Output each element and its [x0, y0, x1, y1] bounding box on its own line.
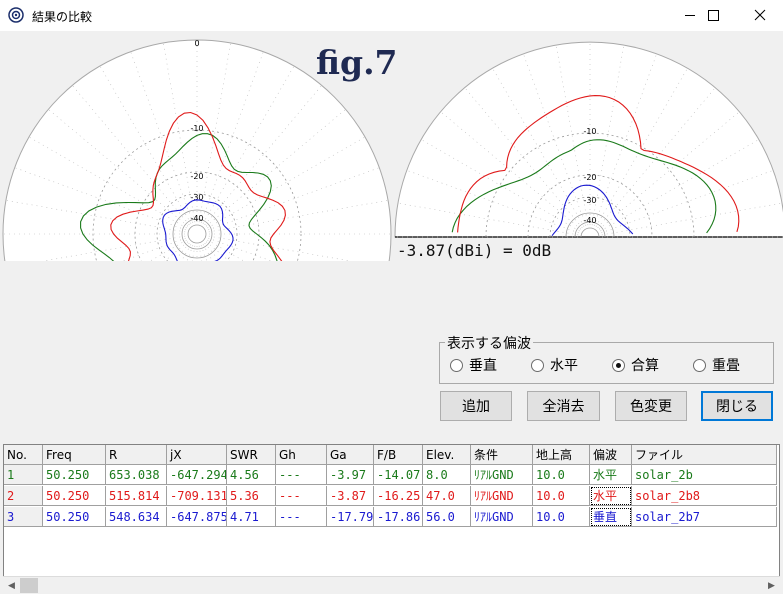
- table-cell: 56.0: [423, 507, 471, 527]
- app-icon: [8, 7, 24, 23]
- add-button[interactable]: 追加: [440, 391, 512, 421]
- ring-label: -30: [583, 196, 596, 205]
- radio-vertical[interactable]: 垂直: [450, 355, 497, 375]
- column-header[interactable]: jX: [167, 445, 227, 465]
- table-cell: 4.71: [227, 507, 276, 527]
- table-cell: 10.0: [533, 465, 590, 485]
- ring-label: -20: [190, 172, 203, 181]
- table-cell: 3: [4, 507, 43, 527]
- table-cell: 10.0: [533, 486, 590, 506]
- column-header[interactable]: 偏波: [590, 445, 632, 465]
- table-cell: 548.634: [106, 507, 167, 527]
- table-cell: 10.0: [533, 507, 590, 527]
- table-cell: -17.79: [327, 507, 374, 527]
- elevation-plot-area: [394, 41, 783, 238]
- table-cell: 1: [4, 465, 43, 485]
- close-button[interactable]: 閉じる: [701, 391, 773, 421]
- radio-horizontal[interactable]: 水平: [531, 355, 578, 375]
- table-cell: 515.814: [106, 486, 167, 506]
- ring-label: 0: [194, 39, 199, 48]
- table-cell: -3.87: [327, 486, 374, 506]
- table-cell: solar_2b: [632, 465, 777, 485]
- radio-circle: [612, 358, 625, 372]
- column-header[interactable]: Elev.: [423, 445, 471, 465]
- table-row[interactable]: 3 50.250 548.634 -647.875 4.71 --- -17.79 -17.8…: [4, 507, 779, 528]
- radio-overlay[interactable]: 重畳: [693, 355, 740, 375]
- table-cell: ﾘｱﾙGND: [471, 507, 533, 527]
- radio-circle: [450, 358, 463, 372]
- column-header[interactable]: No.: [4, 445, 43, 465]
- horizontal-scrollbar[interactable]: ◀ ▶: [3, 576, 780, 594]
- table-cell: -647.294: [167, 465, 227, 485]
- results-table[interactable]: No. Freq RjX SWR Gh Ga F/B Elev. 条件 地上高 偏波 ファイル 1 50.…: [3, 444, 780, 578]
- table-cell: solar_2b8: [632, 486, 777, 506]
- table-cell: -14.07: [374, 465, 423, 485]
- table-cell: 50.250: [43, 486, 106, 506]
- table-cell: 水平: [590, 465, 632, 485]
- table-cell: -16.25: [374, 486, 423, 506]
- column-header[interactable]: Gh: [276, 445, 327, 465]
- table-cell: -647.875: [167, 507, 227, 527]
- column-header[interactable]: ファイル: [632, 445, 777, 465]
- radio-circle: [531, 358, 544, 372]
- table-cell: 47.0: [423, 486, 471, 506]
- maximize-button[interactable]: [691, 0, 737, 31]
- gain-reference: -3.87(dBi) = 0dB: [397, 241, 552, 260]
- close-icon: [754, 9, 766, 21]
- close-window-button[interactable]: [737, 0, 783, 31]
- color-change-button[interactable]: 色変更: [615, 391, 687, 421]
- ring-label: -20: [583, 173, 596, 182]
- table-cell: 50.250: [43, 507, 106, 527]
- table-cell: -3.97: [327, 465, 374, 485]
- column-header[interactable]: R: [106, 445, 167, 465]
- column-header[interactable]: SWR: [227, 445, 276, 465]
- scroll-left-arrow[interactable]: ◀: [3, 577, 20, 594]
- column-header[interactable]: 地上高: [533, 445, 590, 465]
- radio-combined[interactable]: 合算: [612, 355, 659, 375]
- table-cell: 653.038: [106, 465, 167, 485]
- table-row[interactable]: 1 50.250 653.038 -647.294 4.56 --- -3.97 -14.07…: [4, 465, 779, 486]
- table-cell: 2: [4, 486, 43, 506]
- table-cell: ﾘｱﾙGND: [471, 465, 533, 485]
- column-header[interactable]: Ga: [327, 445, 374, 465]
- column-header[interactable]: 条件: [471, 445, 533, 465]
- ring-label: -10: [583, 127, 596, 136]
- table-cell: ﾘｱﾙGND: [471, 486, 533, 506]
- table-cell: 8.0: [423, 465, 471, 485]
- table-cell: ---: [276, 507, 327, 527]
- scroll-right-arrow[interactable]: ▶: [763, 577, 780, 594]
- table-cell: 50.250: [43, 465, 106, 485]
- table-cell: ---: [276, 465, 327, 485]
- maximize-icon: [708, 10, 719, 21]
- scroll-thumb[interactable]: [20, 578, 38, 593]
- figure-label: fig.7: [316, 43, 398, 82]
- table-header-row[interactable]: No. Freq RjX SWR Gh Ga F/B Elev. 条件 地上高 偏波 ファイル: [4, 445, 779, 466]
- window-title: 結果の比較: [32, 10, 93, 24]
- title-bar: 結果の比較: [0, 0, 783, 32]
- table-cell: 垂直: [590, 507, 632, 527]
- column-header[interactable]: F/B: [374, 445, 423, 465]
- table-cell: -709.131: [167, 486, 227, 506]
- table-cell: 5.36: [227, 486, 276, 506]
- ring-label: -40: [583, 216, 596, 225]
- ring-label: -40: [190, 214, 203, 223]
- table-cell: ---: [276, 486, 327, 506]
- clear-all-button[interactable]: 全消去: [527, 391, 600, 421]
- table-cell: 4.56: [227, 465, 276, 485]
- table-row[interactable]: 2 50.250 515.814 -709.131 5.36 --- -3.87 -16.25…: [4, 486, 779, 507]
- column-header[interactable]: Freq: [43, 445, 106, 465]
- table-cell: solar_2b7: [632, 507, 777, 527]
- ring-label: -10: [190, 124, 203, 133]
- table-cell: -17.86: [374, 507, 423, 527]
- table-cell: 水平: [590, 486, 632, 506]
- client-area: 0 -10 -20 -30 -40 -10 -20 -30 -40 fig.7 -3.87(dB…: [0, 31, 783, 594]
- polarization-group-title: 表示する偏波: [445, 333, 533, 353]
- radio-circle: [693, 358, 706, 372]
